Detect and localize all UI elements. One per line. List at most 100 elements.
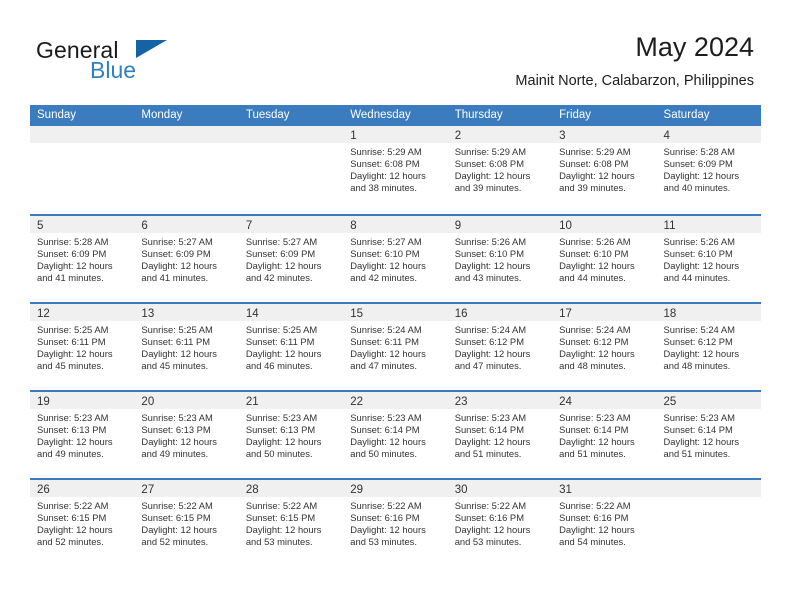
daylight-text: Daylight: 12 hours xyxy=(559,436,635,448)
day-number: 4 xyxy=(663,130,670,142)
sunrise-text: Sunrise: 5:23 AM xyxy=(454,412,527,423)
day-cell[interactable]: 23 Sunrise: 5:23 AM Sunset: 6:14 PM Dayligh… xyxy=(447,392,553,478)
page-header: General Blue May 2024 Mainit Norte, Cala… xyxy=(0,0,792,100)
day-number-band: 6 xyxy=(134,216,239,233)
daylight-text: and 38 minutes. xyxy=(350,182,417,194)
day-info: Sunrise: 5:22 AM Sunset: 6:15 PM Daylight:… xyxy=(134,497,238,548)
daylight-text: and 41 minutes. xyxy=(141,272,209,284)
day-number-band: 11 xyxy=(656,216,761,233)
day-number: 11 xyxy=(663,220,676,232)
day-cell[interactable]: 19 Sunrise: 5:23 AM Sunset: 6:13 PM Dayligh… xyxy=(30,392,135,478)
day-info: Sunrise: 5:27 AM Sunset: 6:09 PM Daylight:… xyxy=(239,233,343,284)
day-cell[interactable]: 1 Sunrise: 5:29 AM Sunset: 6:08 PM Daylight… xyxy=(343,126,448,214)
day-cell[interactable]: 14 Sunrise: 5:25 AM Sunset: 6:11 PM Dayligh… xyxy=(238,304,344,390)
sunset-text: Sunset: 6:14 PM xyxy=(663,424,733,436)
sunset-text: Sunset: 6:10 PM xyxy=(663,248,733,260)
day-info: Sunrise: 5:23 AM Sunset: 6:14 PM Daylight:… xyxy=(343,409,447,460)
day-number: 23 xyxy=(454,396,468,408)
day-cell[interactable]: 8 Sunrise: 5:27 AM Sunset: 6:10 PM Daylight… xyxy=(343,216,448,302)
day-cell[interactable]: 10 Sunrise: 5:26 AM Sunset: 6:10 PM Dayligh… xyxy=(552,216,657,302)
daylight-text: Daylight: 12 hours xyxy=(350,170,426,182)
sunset-text: Sunset: 6:08 PM xyxy=(454,158,524,170)
brand-logo[interactable]: General Blue xyxy=(36,37,276,89)
daylight-text: Daylight: 12 hours xyxy=(245,524,322,536)
daylight-text: and 52 minutes. xyxy=(141,536,209,548)
daylight-text: Daylight: 12 hours xyxy=(454,348,531,360)
day-cell[interactable]: 20 Sunrise: 5:23 AM Sunset: 6:13 PM Dayligh… xyxy=(134,392,239,478)
day-cell[interactable]: 16 Sunrise: 5:24 AM Sunset: 6:12 PM Dayligh… xyxy=(447,304,553,390)
sunrise-text: Sunrise: 5:23 AM xyxy=(663,412,735,423)
day-cell[interactable]: 25 Sunrise: 5:23 AM Sunset: 6:14 PM Dayligh… xyxy=(656,392,761,478)
sunrise-text: Sunrise: 5:23 AM xyxy=(141,412,213,423)
daylight-text: and 47 minutes. xyxy=(350,360,417,372)
day-cell[interactable]: 11 Sunrise: 5:26 AM Sunset: 6:10 PM Dayligh… xyxy=(656,216,761,302)
day-number: 10 xyxy=(559,220,572,232)
day-cell[interactable]: 28 Sunrise: 5:22 AM Sunset: 6:15 PM Dayligh… xyxy=(238,480,344,566)
day-cell[interactable]: 18 Sunrise: 5:24 AM Sunset: 6:12 PM Dayligh… xyxy=(656,304,761,390)
day-cell[interactable]: 26 Sunrise: 5:22 AM Sunset: 6:15 PM Dayligh… xyxy=(30,480,135,566)
day-number-band: 18 xyxy=(656,304,761,321)
day-number-band: 3 xyxy=(552,126,657,143)
weekday-header-saturday: Saturday xyxy=(663,109,710,121)
day-cell[interactable]: 30 Sunrise: 5:22 AM Sunset: 6:16 PM Dayligh… xyxy=(447,480,553,566)
sunset-text: Sunset: 6:10 PM xyxy=(559,248,629,260)
sunset-text: Sunset: 6:16 PM xyxy=(350,512,420,524)
day-cell-empty xyxy=(134,126,239,214)
day-cell[interactable]: 4 Sunrise: 5:28 AM Sunset: 6:09 PM Daylight… xyxy=(656,126,761,214)
day-cell[interactable]: 13 Sunrise: 5:25 AM Sunset: 6:11 PM Dayligh… xyxy=(134,304,239,390)
day-cell[interactable]: 12 Sunrise: 5:25 AM Sunset: 6:11 PM Dayligh… xyxy=(30,304,135,390)
day-cell[interactable]: 5 Sunrise: 5:28 AM Sunset: 6:09 PM Daylight… xyxy=(30,216,135,302)
day-cell[interactable]: 24 Sunrise: 5:23 AM Sunset: 6:14 PM Dayligh… xyxy=(552,392,657,478)
weekday-header-row: Sunday Monday Tuesday Wednesday Thursday Frid… xyxy=(30,105,761,126)
day-number-band: 17 xyxy=(552,304,657,321)
sunrise-text: Sunrise: 5:26 AM xyxy=(663,236,735,247)
daylight-text: Daylight: 12 hours xyxy=(350,524,426,536)
daylight-text: Daylight: 12 hours xyxy=(559,524,635,536)
day-cell[interactable]: 15 Sunrise: 5:24 AM Sunset: 6:11 PM Dayligh… xyxy=(343,304,448,390)
day-info: Sunrise: 5:25 AM Sunset: 6:11 PM Daylight:… xyxy=(134,321,238,372)
day-cell[interactable]: 7 Sunrise: 5:27 AM Sunset: 6:09 PM Daylight… xyxy=(238,216,344,302)
daylight-text: Daylight: 12 hours xyxy=(141,436,217,448)
day-cell[interactable]: 3 Sunrise: 5:29 AM Sunset: 6:08 PM Daylight… xyxy=(552,126,657,214)
daylight-text: and 51 minutes. xyxy=(454,448,522,460)
sunset-text: Sunset: 6:15 PM xyxy=(37,512,107,524)
day-info: Sunrise: 5:25 AM Sunset: 6:11 PM Daylight:… xyxy=(239,321,343,372)
day-cell[interactable]: 17 Sunrise: 5:24 AM Sunset: 6:12 PM Dayligh… xyxy=(552,304,657,390)
day-number-band: 28 xyxy=(238,480,344,497)
daylight-text: and 47 minutes. xyxy=(454,360,522,372)
day-info: Sunrise: 5:26 AM Sunset: 6:10 PM Daylight:… xyxy=(552,233,656,284)
sunrise-text: Sunrise: 5:23 AM xyxy=(559,412,631,423)
daylight-text: Daylight: 12 hours xyxy=(663,436,740,448)
daylight-text: and 53 minutes. xyxy=(245,536,313,548)
day-cell[interactable]: 29 Sunrise: 5:22 AM Sunset: 6:16 PM Dayligh… xyxy=(343,480,448,566)
sunrise-text: Sunrise: 5:26 AM xyxy=(559,236,631,247)
day-cell[interactable]: 22 Sunrise: 5:23 AM Sunset: 6:14 PM Dayligh… xyxy=(343,392,448,478)
day-info: Sunrise: 5:29 AM Sunset: 6:08 PM Daylight:… xyxy=(552,143,656,194)
daylight-text: and 41 minutes. xyxy=(37,272,104,284)
sunset-text: Sunset: 6:13 PM xyxy=(141,424,211,436)
daylight-text: Daylight: 12 hours xyxy=(663,170,740,182)
daylight-text: Daylight: 12 hours xyxy=(245,436,322,448)
sunrise-text: Sunrise: 5:27 AM xyxy=(245,236,318,247)
daylight-text: and 45 minutes. xyxy=(37,360,104,372)
day-cell[interactable]: 2 Sunrise: 5:29 AM Sunset: 6:08 PM Daylight… xyxy=(447,126,553,214)
day-number-band: 22 xyxy=(343,392,448,409)
day-cell[interactable]: 31 Sunrise: 5:22 AM Sunset: 6:16 PM Dayligh… xyxy=(552,480,657,566)
day-cell[interactable]: 21 Sunrise: 5:23 AM Sunset: 6:13 PM Dayligh… xyxy=(238,392,344,478)
day-number: 8 xyxy=(350,220,357,232)
day-info: Sunrise: 5:27 AM Sunset: 6:10 PM Daylight:… xyxy=(343,233,447,284)
day-number-band: 13 xyxy=(134,304,239,321)
sunset-text: Sunset: 6:14 PM xyxy=(350,424,420,436)
daylight-text: Daylight: 12 hours xyxy=(37,348,113,360)
sunrise-text: Sunrise: 5:29 AM xyxy=(350,146,422,157)
day-info: Sunrise: 5:24 AM Sunset: 6:12 PM Daylight:… xyxy=(552,321,656,372)
sunset-text: Sunset: 6:13 PM xyxy=(37,424,107,436)
sunrise-text: Sunrise: 5:22 AM xyxy=(141,500,213,511)
day-info: Sunrise: 5:24 AM Sunset: 6:12 PM Daylight:… xyxy=(657,321,761,372)
day-cell[interactable]: 27 Sunrise: 5:22 AM Sunset: 6:15 PM Dayligh… xyxy=(134,480,239,566)
day-info: Sunrise: 5:24 AM Sunset: 6:11 PM Daylight:… xyxy=(343,321,447,372)
daylight-text: Daylight: 12 hours xyxy=(350,436,426,448)
day-cell[interactable]: 6 Sunrise: 5:27 AM Sunset: 6:09 PM Daylight… xyxy=(134,216,239,302)
week-row: 19 Sunrise: 5:23 AM Sunset: 6:13 PM Dayligh… xyxy=(30,390,761,478)
day-cell[interactable]: 9 Sunrise: 5:26 AM Sunset: 6:10 PM Daylight… xyxy=(447,216,553,302)
